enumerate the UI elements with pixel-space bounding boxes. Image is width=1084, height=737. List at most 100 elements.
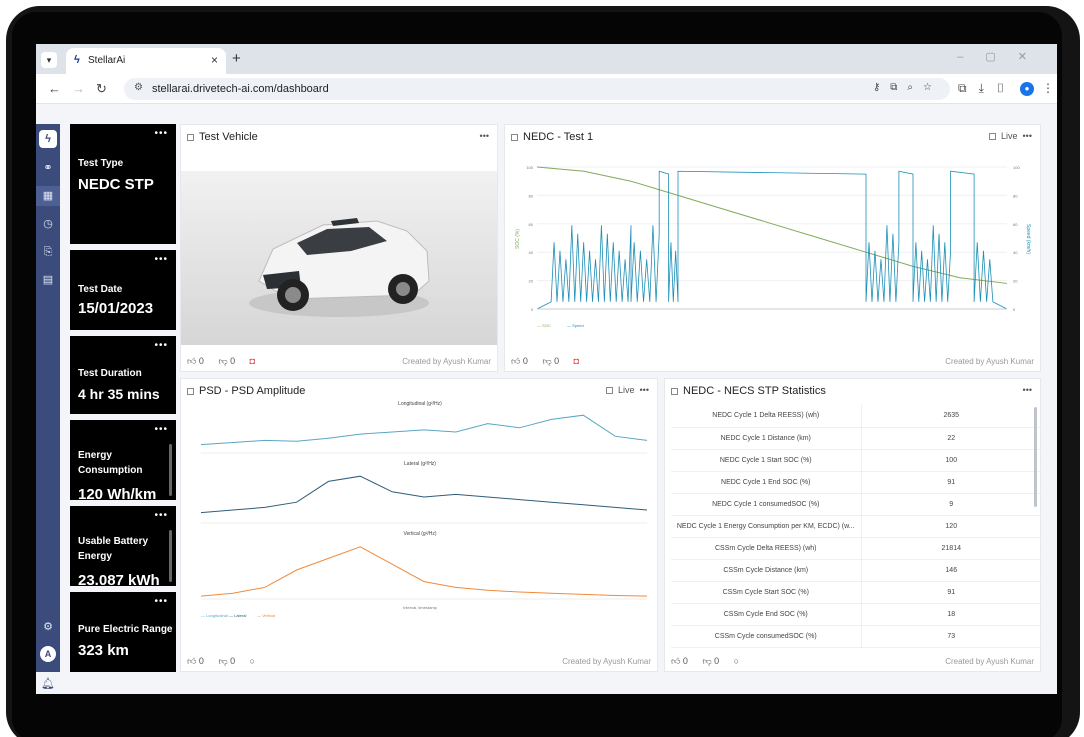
address-bar[interactable]: ⚙ stellarai.drivetech-ai.com/dashboard ⚷…: [124, 78, 950, 100]
panel-title: NEDC - Test 1: [511, 131, 593, 143]
comment-icon[interactable]: ○: [734, 656, 739, 666]
created-by: Created by Ayush Kumar: [562, 657, 651, 666]
browser-tab[interactable]: ϟ StellarAi ×: [66, 48, 226, 74]
back-icon[interactable]: ←: [48, 81, 61, 96]
created-by: Created by Ayush Kumar: [402, 357, 491, 366]
table-row[interactable]: CSSm Cycle Distance (km) 146: [671, 559, 1041, 582]
url-text[interactable]: stellarai.drivetech-ai.com/dashboard: [152, 83, 329, 95]
card-scrollbar[interactable]: [169, 530, 172, 582]
reports-icon[interactable]: ⎘: [36, 242, 60, 262]
panel-select-checkbox[interactable]: [511, 133, 518, 141]
tab-close-icon[interactable]: ×: [211, 53, 218, 67]
toolbar: ← → ↻ ⚙ stellarai.drivetech-ai.com/dashb…: [36, 74, 1057, 104]
site-info-icon[interactable]: ⚙: [134, 82, 143, 93]
panel-menu-icon[interactable]: •••: [1023, 385, 1032, 395]
forward-icon[interactable]: →: [72, 81, 85, 96]
profile-avatar-icon[interactable]: ●: [1020, 82, 1034, 96]
kpi-card-pure-electric-range[interactable]: ••• Pure Electric Range 323 km: [70, 592, 176, 672]
table-row[interactable]: NEDC Cycle 1 consumedSOC (%) 9: [671, 493, 1041, 516]
card-menu-icon[interactable]: •••: [154, 510, 168, 521]
reload-icon[interactable]: ↻: [96, 81, 107, 97]
table-row[interactable]: CSSm Cycle End SOC (%) 18: [671, 603, 1041, 626]
panel-footer: 👍︎ 0 👎︎ 0 ○ Created by Ayush Kumar: [665, 653, 1040, 671]
live-toggle[interactable]: Live •••: [606, 385, 649, 395]
panel-title-text: NEDC - Test 1: [523, 131, 594, 143]
reactions: 👍︎ 0 👎︎ 0 ◘: [187, 356, 267, 367]
card-scrollbar[interactable]: [169, 444, 172, 496]
connections-icon[interactable]: ⚭: [36, 158, 60, 178]
table-row[interactable]: CSSm Cycle consumedSOC (%) 73: [671, 625, 1041, 648]
kpi-label: Usable Battery Energy: [78, 536, 149, 562]
like-icon[interactable]: 👍︎ 0: [187, 356, 204, 366]
dislike-icon[interactable]: 👎︎ 0: [218, 656, 235, 666]
live-checkbox[interactable]: [606, 387, 614, 395]
card-menu-icon[interactable]: •••: [154, 596, 168, 607]
y2-tick-label: 40: [1013, 250, 1018, 255]
browser-menu-icon[interactable]: ⋮: [1042, 81, 1054, 95]
like-count: 0: [198, 656, 204, 666]
tab-strip: ▾ ϟ StellarAi × + –▢✕: [36, 44, 1057, 74]
history-icon[interactable]: ◷: [36, 214, 60, 234]
table-row[interactable]: CSSm Cycle Delta REESS) (wh) 21814: [671, 537, 1041, 560]
stat-name: CSSm Cycle Start SOC (%): [671, 581, 862, 604]
stat-value: 146: [861, 559, 1041, 582]
panel-menu-icon[interactable]: •••: [480, 131, 489, 141]
window-controls[interactable]: –▢✕: [957, 50, 1049, 63]
kpi-label: Test Date: [78, 284, 123, 295]
table-row[interactable]: NEDC Cycle 1 Delta REESS) (wh) 2635: [671, 405, 1041, 428]
tab-search-dropdown-icon[interactable]: ▾: [41, 52, 57, 68]
dislike-icon[interactable]: 👎︎ 0: [542, 356, 559, 366]
y-tick-label: 100: [526, 165, 533, 170]
kpi-value: 120 Wh/km: [78, 486, 157, 500]
notifications-icon[interactable]: 🔔︎: [36, 674, 60, 694]
card-menu-icon[interactable]: •••: [154, 254, 168, 265]
comment-alert-icon[interactable]: ◘: [250, 356, 255, 366]
card-menu-icon[interactable]: •••: [154, 128, 168, 139]
panel-select-checkbox[interactable]: [187, 387, 194, 395]
panel-title-text: NEDC - NECS STP Statistics: [683, 385, 826, 397]
stat-name: NEDC Cycle 1 consumedSOC (%): [671, 493, 862, 516]
like-icon[interactable]: 👍︎ 0: [511, 356, 528, 366]
kpi-card-test-date[interactable]: ••• Test Date 15/01/2023: [70, 250, 176, 330]
created-by: Created by Ayush Kumar: [945, 357, 1034, 366]
settings-icon[interactable]: ⚙: [36, 617, 60, 637]
omnibox-actions[interactable]: ⚷⧉⌕☆: [873, 82, 942, 93]
app-logo-icon[interactable]: ϟ: [39, 130, 57, 148]
comment-alert-icon[interactable]: ◘: [574, 356, 579, 366]
live-checkbox[interactable]: [989, 133, 997, 141]
table-row[interactable]: NEDC Cycle 1 Distance (km) 22: [671, 427, 1041, 450]
table-scrollbar[interactable]: [1034, 407, 1037, 507]
dislike-count: 0: [230, 656, 236, 666]
dislike-icon[interactable]: 👎︎ 0: [702, 656, 719, 666]
psd-amplitude-panel: PSD - PSD Amplitude Live ••• Longitudina…: [180, 378, 658, 672]
dashboard-icon[interactable]: ▦: [36, 186, 60, 206]
kpi-card-test-duration[interactable]: ••• Test Duration 4 hr 35 mins: [70, 336, 176, 414]
table-row[interactable]: NEDC Cycle 1 End SOC (%) 91: [671, 471, 1041, 494]
card-menu-icon[interactable]: •••: [154, 424, 168, 435]
kpi-label: Test Duration: [78, 368, 142, 379]
live-label: Live: [1001, 131, 1018, 141]
kpi-card-usable-battery-energy[interactable]: ••• Usable Battery Energy 23.087 kWh: [70, 506, 176, 586]
panel-select-checkbox[interactable]: [671, 387, 678, 395]
table-row[interactable]: NEDC Cycle 1 Energy Consumption per KM, …: [671, 515, 1041, 538]
dislike-count: 0: [714, 656, 720, 666]
like-count: 0: [198, 356, 204, 366]
kpi-card-test-type[interactable]: ••• Test Type NEDC STP: [70, 124, 176, 244]
like-icon[interactable]: 👍︎ 0: [187, 656, 204, 666]
stat-value: 91: [861, 471, 1041, 494]
card-menu-icon[interactable]: •••: [154, 340, 168, 351]
dislike-icon[interactable]: 👎︎ 0: [218, 356, 235, 366]
like-icon[interactable]: 👍︎ 0: [671, 656, 688, 666]
comment-icon[interactable]: ○: [250, 656, 255, 666]
live-toggle[interactable]: Live •••: [989, 131, 1032, 141]
documents-icon[interactable]: ▤: [36, 270, 60, 290]
kpi-label: Pure Electric Range: [78, 624, 173, 635]
table-row[interactable]: CSSm Cycle Start SOC (%) 91: [671, 581, 1041, 604]
kpi-card-energy-consumption[interactable]: ••• Energy Consumption 120 Wh/km: [70, 420, 176, 500]
new-tab-icon[interactable]: +: [232, 50, 241, 67]
extension-download-icons[interactable]: ⧉⤓▯: [958, 81, 1017, 96]
panel-select-checkbox[interactable]: [187, 133, 194, 141]
nedc-test-panel: NEDC - Test 1 Live ••• 0 0 20 20 40 40 60 60 80 8…: [504, 124, 1041, 372]
table-row[interactable]: NEDC Cycle 1 Start SOC (%) 100: [671, 449, 1041, 472]
user-avatar[interactable]: A: [40, 646, 56, 662]
